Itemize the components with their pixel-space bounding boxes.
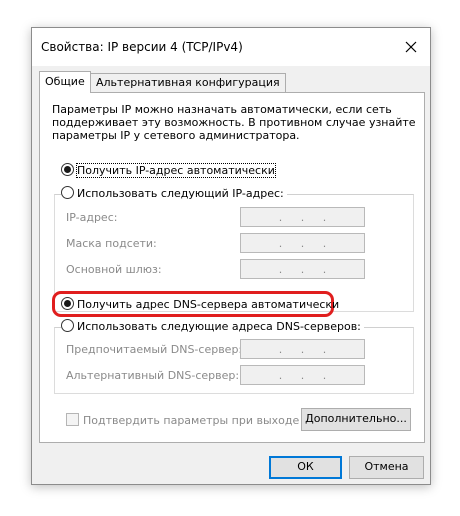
description-line: Параметры IP можно назначать автоматичес…: [52, 103, 392, 116]
ip-address-input[interactable]: ...: [240, 207, 365, 227]
checkbox-unchecked-icon: [66, 413, 79, 426]
window-title: Свойства: IP версии 4 (TCP/IPv4): [41, 40, 243, 54]
radio-checked-icon: [61, 297, 74, 310]
preferred-dns-label: Предпочитаемый DNS-сервер:: [66, 343, 243, 356]
tab-alternate-configuration[interactable]: Альтернативная конфигурация: [90, 73, 286, 92]
radio-use-following-dns[interactable]: Использовать следующие адреса DNS-сервер…: [61, 319, 364, 335]
cancel-button[interactable]: Отмена: [349, 456, 424, 479]
alternate-dns-label: Альтернативный DNS-сервер:: [66, 369, 240, 382]
description-line: параметры IP у сетевого администратора.: [52, 129, 300, 142]
subnet-mask-label: Маска подсети:: [66, 237, 157, 250]
radio-label: Использовать следующие адреса DNS-сервер…: [77, 320, 361, 333]
ok-button[interactable]: ОК: [269, 456, 342, 479]
radio-obtain-dns-auto[interactable]: Получить адрес DNS-сервера автоматически: [61, 297, 339, 313]
close-icon[interactable]: [400, 36, 422, 58]
ip-address-label: IP-адрес:: [66, 211, 118, 224]
radio-label: Получить IP-адрес автоматически: [76, 163, 276, 178]
ipv4-properties-dialog: Свойства: IP версии 4 (TCP/IPv4) Общие А…: [31, 27, 431, 485]
preferred-dns-input[interactable]: ...: [240, 339, 365, 359]
default-gateway-input[interactable]: ...: [240, 259, 365, 279]
description-line: поддерживает эту возможность. В противно…: [52, 116, 416, 129]
description-text: Параметры IP можно назначать автоматичес…: [52, 103, 416, 142]
title-bar: Свойства: IP версии 4 (TCP/IPv4): [32, 28, 430, 66]
radio-unchecked-icon: [61, 319, 74, 332]
radio-obtain-ip-auto[interactable]: Получить IP-адрес автоматически: [61, 163, 276, 179]
alternate-dns-input[interactable]: ...: [240, 365, 365, 385]
tab-general[interactable]: Общие: [39, 71, 91, 93]
radio-label: Использовать следующий IP-адрес:: [77, 187, 284, 200]
subnet-mask-input[interactable]: ...: [240, 233, 365, 253]
advanced-button[interactable]: Дополнительно...: [301, 408, 411, 431]
radio-unchecked-icon: [61, 186, 74, 199]
radio-checked-icon: [61, 163, 74, 176]
radio-use-following-ip[interactable]: Использовать следующий IP-адрес:: [61, 186, 287, 202]
checkbox-label: Подтвердить параметры при выходе: [83, 414, 300, 427]
general-tab-panel: Параметры IP можно назначать автоматичес…: [39, 92, 425, 443]
default-gateway-label: Основной шлюз:: [66, 263, 162, 276]
validate-settings-checkbox[interactable]: Подтвердить параметры при выходе: [66, 413, 299, 427]
radio-label: Получить адрес DNS-сервера автоматически: [77, 298, 340, 311]
